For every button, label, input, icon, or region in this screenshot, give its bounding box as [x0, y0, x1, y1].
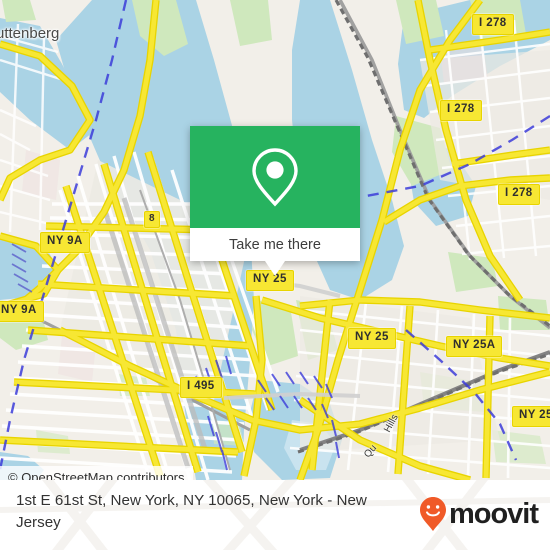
map-canvas[interactable]: uttenberg Hills Qu I 278 I 278 I 278 NY …: [0, 0, 550, 480]
popup-pointer: [265, 261, 285, 276]
road-shield-i278-east[interactable]: I 278: [498, 184, 540, 205]
road-shield-ny9a-south[interactable]: NY 9A: [0, 301, 44, 322]
road-shield-ny25-southeast[interactable]: NY 25: [512, 406, 550, 427]
road-shield-ny25-east[interactable]: NY 25: [348, 328, 396, 349]
address-text: 1st E 61st St, New York, NY 10065, New Y…: [16, 492, 367, 531]
attribution-text[interactable]: © OpenStreetMap contributors: [8, 470, 185, 481]
road-shield-i495[interactable]: I 495: [180, 377, 222, 398]
attribution-bar: © OpenStreetMap contributors: [0, 466, 193, 480]
moovit-smiley-pin-icon: [419, 497, 446, 531]
popup-header: [190, 126, 360, 228]
road-shield-8[interactable]: 8: [144, 211, 160, 228]
take-me-there-label: Take me there: [229, 236, 321, 253]
road-shield-i278-north[interactable]: I 278: [472, 14, 514, 35]
map-screenshot: uttenberg Hills Qu I 278 I 278 I 278 NY …: [0, 0, 550, 550]
moovit-brand-text: moovit: [448, 497, 539, 530]
road-shield-ny9a-north[interactable]: NY 9A: [40, 232, 90, 253]
location-popup[interactable]: Take me there: [190, 126, 360, 261]
footer-bar: 1st E 61st St, New York, NY 10065, New Y…: [0, 480, 550, 550]
map-pin-icon: [252, 148, 298, 207]
take-me-there-button[interactable]: Take me there: [190, 228, 360, 261]
place-label-guttenberg: uttenberg: [0, 25, 60, 42]
road-shield-i278-mid[interactable]: I 278: [440, 100, 482, 121]
moovit-logo[interactable]: moovit: [419, 497, 539, 531]
road-shield-ny25a[interactable]: NY 25A: [446, 336, 503, 357]
